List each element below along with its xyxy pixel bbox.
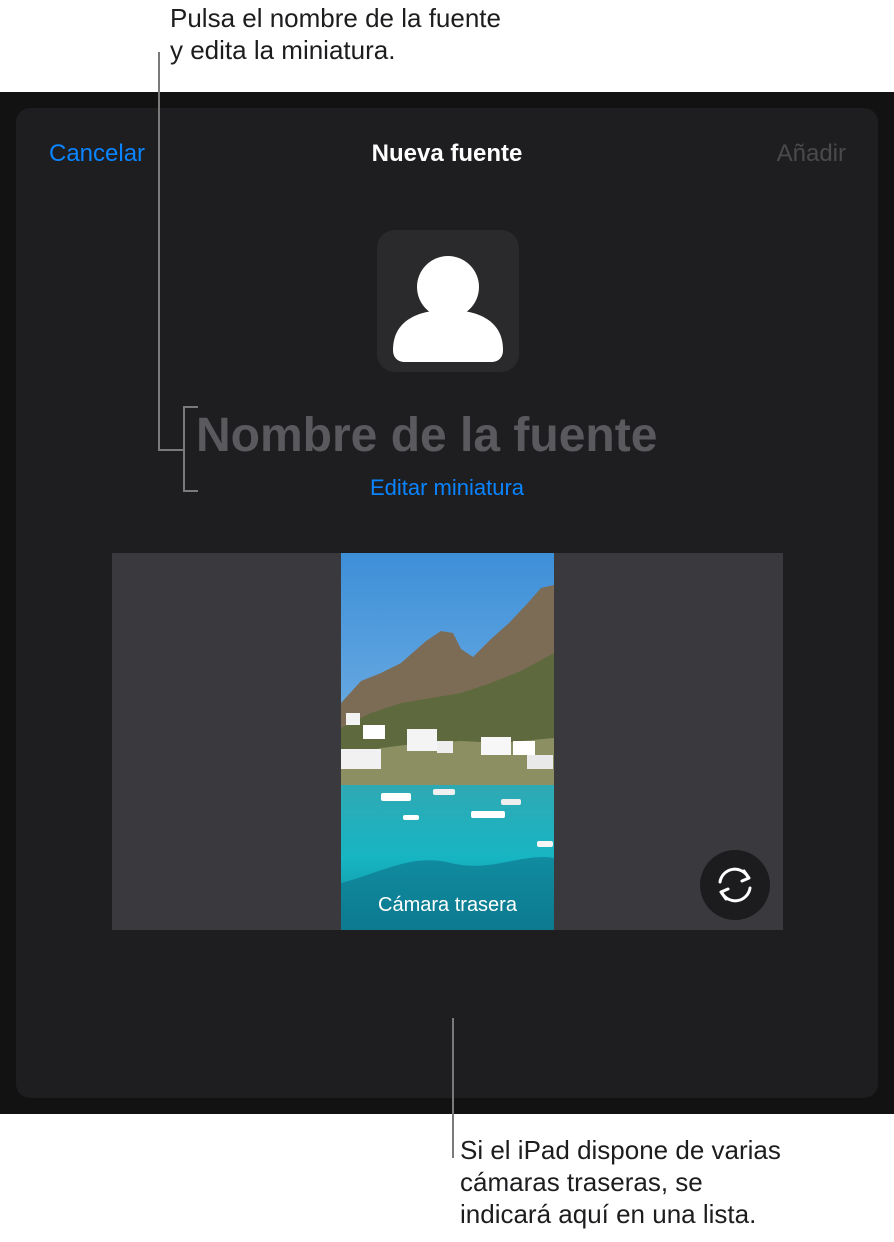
camera-label: Cámara trasera bbox=[378, 894, 517, 916]
annotation-top: Pulsa el nombre de la fuente y edita la … bbox=[170, 3, 501, 65]
annotation-bottom: Si el iPad dispone de varias cámaras tra… bbox=[460, 1135, 781, 1229]
bracket-vertical bbox=[183, 406, 185, 492]
leader-line-top bbox=[158, 52, 160, 450]
switch-camera-button[interactable] bbox=[700, 850, 770, 920]
bracket-top bbox=[183, 406, 198, 408]
camera-preview: Cámara trasera bbox=[341, 553, 554, 930]
camera-preview-panel: Cámara trasera bbox=[112, 553, 783, 930]
person-silhouette-icon bbox=[393, 256, 503, 362]
add-button[interactable]: Añadir bbox=[777, 138, 846, 170]
edit-thumbnail-link[interactable]: Editar miniatura bbox=[0, 473, 894, 503]
leader-line-bottom bbox=[452, 1018, 454, 1158]
leader-line-top-h bbox=[158, 449, 184, 451]
sheet-title: Nueva fuente bbox=[371, 140, 523, 167]
camera-switch-icon bbox=[718, 867, 752, 903]
camera-preview-image bbox=[341, 553, 554, 930]
source-thumbnail[interactable] bbox=[377, 230, 519, 372]
source-name-field[interactable] bbox=[196, 404, 756, 466]
bracket-bottom bbox=[183, 490, 198, 492]
